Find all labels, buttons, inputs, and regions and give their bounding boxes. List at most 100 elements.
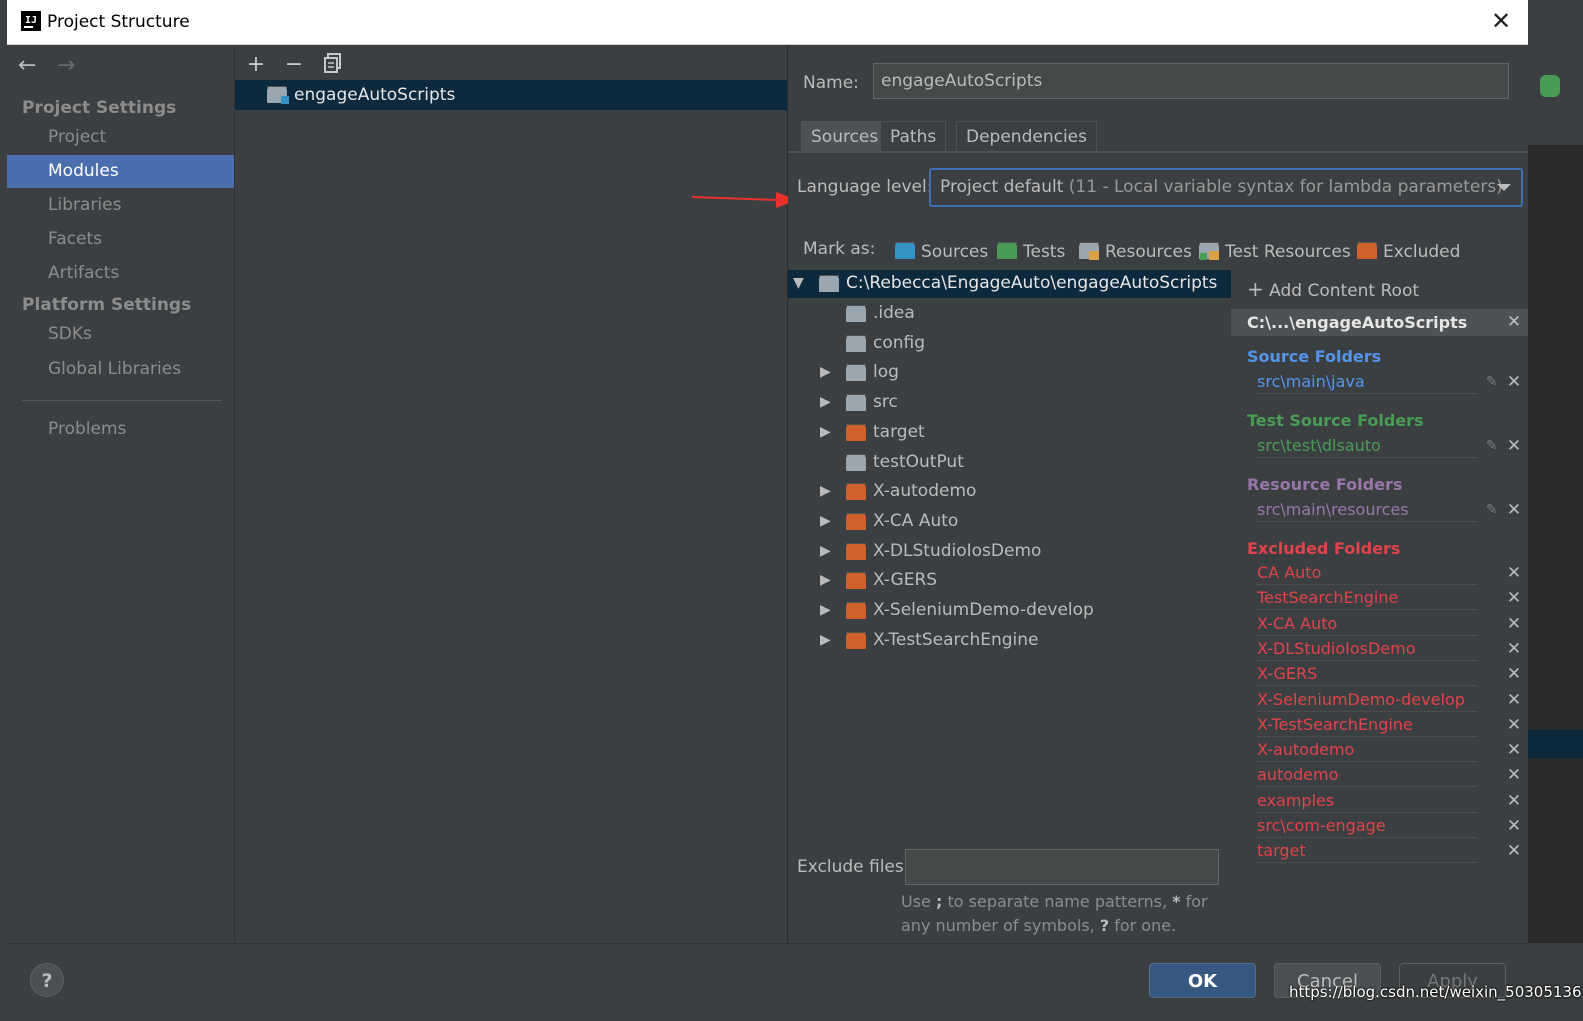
expand-right-icon[interactable]: ▶	[820, 394, 831, 410]
content-root-label: C:\...\engageAutoScripts	[1247, 313, 1468, 332]
tab-sources[interactable]: Sources	[801, 121, 889, 151]
tree-row[interactable]: ▶ X-autodemo	[788, 478, 1231, 506]
expand-right-icon[interactable]: ▶	[820, 483, 831, 499]
mark-as-sources-button[interactable]: Sources	[895, 240, 988, 264]
excluded-folder-item: examples	[1257, 790, 1477, 813]
sidebar-item-global-libraries[interactable]: Global Libraries	[7, 353, 234, 386]
minus-icon[interactable]: −	[282, 53, 306, 77]
folder-tree: ▼ C:\Rebecca\EngageAuto\engageAutoScript…	[788, 267, 1232, 943]
tree-root-name: C:\Rebecca\EngageAuto\engageAutoScripts	[846, 273, 1218, 293]
sidebar-item-problems[interactable]: Problems	[7, 413, 234, 446]
name-label: Name:	[803, 73, 859, 93]
tab-paths[interactable]: Paths	[880, 121, 947, 151]
close-icon[interactable]: ✕	[1506, 691, 1522, 709]
sidebar-item-modules[interactable]: Modules	[7, 155, 234, 188]
mark-as-resources-button[interactable]: Resources	[1079, 240, 1192, 264]
close-icon[interactable]: ✕	[1506, 501, 1522, 519]
add-content-root-button[interactable]: + Add Content Root	[1247, 277, 1419, 301]
resource-folder-item: src\main\resources	[1257, 499, 1477, 522]
module-row-engageautoscripts[interactable]: engageAutoScripts	[235, 80, 787, 110]
tree-item-name: X-autodemo	[873, 481, 977, 502]
close-icon[interactable]: ✕	[1506, 640, 1522, 658]
mark-as-excluded-button[interactable]: Excluded	[1357, 240, 1460, 264]
close-icon[interactable]: ✕	[1506, 792, 1522, 810]
project-settings-heading: Project Settings	[22, 98, 177, 118]
plus-icon: +	[1247, 277, 1264, 301]
close-icon[interactable]: ✕	[1506, 741, 1522, 759]
expand-right-icon[interactable]: ▶	[820, 364, 831, 380]
tabs-underline	[788, 151, 1528, 153]
window-title: Project Structure	[47, 12, 190, 32]
tree-item-name: src	[873, 392, 898, 413]
exclude-files-field[interactable]	[905, 849, 1219, 885]
edit-pencil-icon[interactable]: ✎	[1486, 501, 1500, 519]
expand-right-icon[interactable]: ▶	[820, 572, 831, 588]
expand-right-icon[interactable]: ▶	[820, 602, 831, 618]
module-list-panel: + − engageAutoScripts	[235, 45, 788, 943]
sidebar-item-sdks[interactable]: SDKs	[7, 318, 234, 351]
excluded-folder-item: X-TestSearchEngine	[1257, 714, 1477, 737]
mark-as-test-resources-button[interactable]: Test Resources	[1199, 240, 1351, 264]
content-roots-panel: + Add Content Root C:\...\engageAutoScri…	[1231, 267, 1528, 943]
tree-row[interactable]: testOutPut	[788, 449, 1231, 477]
close-icon[interactable]: ✕	[1506, 615, 1522, 633]
mark-as-resources-label: Resources	[1105, 242, 1192, 262]
close-icon[interactable]: ✕	[1506, 842, 1522, 860]
close-icon[interactable]: ✕	[1506, 313, 1522, 331]
close-icon[interactable]: ✕	[1506, 373, 1522, 391]
tree-row[interactable]: .idea	[788, 300, 1231, 328]
tree-root-row[interactable]: ▼ C:\Rebecca\EngageAuto\engageAutoScript…	[788, 270, 1231, 298]
edit-pencil-icon[interactable]: ✎	[1486, 373, 1500, 391]
close-icon[interactable]: ✕	[1506, 564, 1522, 582]
tree-row[interactable]: ▶ X-TestSearchEngine	[788, 627, 1231, 655]
tree-item-name: testOutPut	[873, 451, 964, 472]
tree-row[interactable]: ▶ src	[788, 389, 1231, 417]
back-arrow-icon[interactable]: ←	[18, 53, 36, 78]
edit-pencil-icon[interactable]: ✎	[1486, 437, 1500, 455]
excluded-folders-heading: Excluded Folders	[1247, 539, 1401, 558]
close-icon[interactable]: ✕	[1506, 817, 1522, 835]
sidebar-item-project[interactable]: Project	[7, 121, 234, 154]
sidebar-item-libraries[interactable]: Libraries	[7, 189, 234, 222]
exclude-files-hint: Use ; to separate name patterns, * for a…	[901, 892, 1208, 935]
tab-dependencies[interactable]: Dependencies	[956, 121, 1097, 151]
plus-icon[interactable]: +	[244, 53, 268, 77]
copy-icon[interactable]	[321, 53, 345, 77]
tree-item-name: config	[873, 332, 926, 353]
test-source-folder-item: src\test\dlsauto	[1257, 435, 1477, 458]
expand-right-icon[interactable]: ▶	[820, 424, 831, 440]
sidebar-item-artifacts[interactable]: Artifacts	[7, 257, 234, 290]
sidebar-item-facets[interactable]: Facets	[7, 223, 234, 256]
tree-row[interactable]: ▶ X-DLStudioIosDemo	[788, 538, 1231, 566]
expand-down-icon[interactable]: ▼	[793, 275, 804, 291]
close-icon[interactable]: ✕	[1506, 766, 1522, 784]
expand-right-icon[interactable]: ▶	[820, 513, 831, 529]
expand-right-icon[interactable]: ▶	[820, 632, 831, 648]
sidebar-divider	[22, 400, 222, 401]
tree-row[interactable]: config	[788, 330, 1231, 358]
excluded-folder-item: target	[1257, 840, 1477, 864]
tree-row[interactable]: ▶ X-GERS	[788, 567, 1231, 595]
close-icon[interactable]: ✕	[1506, 589, 1522, 607]
source-folder-item: src\main\java	[1257, 371, 1477, 394]
forward-arrow-icon[interactable]: →	[57, 53, 75, 78]
close-icon[interactable]: ✕	[1506, 716, 1522, 734]
close-icon[interactable]: ✕	[1488, 8, 1514, 34]
tree-row[interactable]: ▶ target	[788, 419, 1231, 447]
language-level-select[interactable]: Project default (11 - Local variable syn…	[929, 168, 1523, 207]
close-icon[interactable]: ✕	[1506, 437, 1522, 455]
close-icon[interactable]: ✕	[1506, 665, 1522, 683]
expand-right-icon[interactable]: ▶	[820, 543, 831, 559]
mark-as-excluded-label: Excluded	[1383, 242, 1461, 262]
mark-as-tests-button[interactable]: Tests	[997, 240, 1065, 264]
tree-row[interactable]: ▶ X-CA Auto	[788, 508, 1231, 536]
module-name-field[interactable]: engageAutoScripts	[873, 63, 1509, 99]
help-icon[interactable]: ?	[30, 963, 64, 997]
title-bar: IJ Project Structure ✕	[7, 0, 1528, 45]
tree-row[interactable]: ▶ X-SeleniumDemo-develop	[788, 597, 1231, 625]
ok-button[interactable]: OK	[1149, 963, 1256, 998]
excluded-folder-item: src\com-engage	[1257, 815, 1477, 838]
intellij-logo-icon: IJ	[21, 11, 41, 31]
tree-row[interactable]: ▶ log	[788, 359, 1231, 387]
excluded-folder-item: X-autodemo	[1257, 739, 1477, 763]
